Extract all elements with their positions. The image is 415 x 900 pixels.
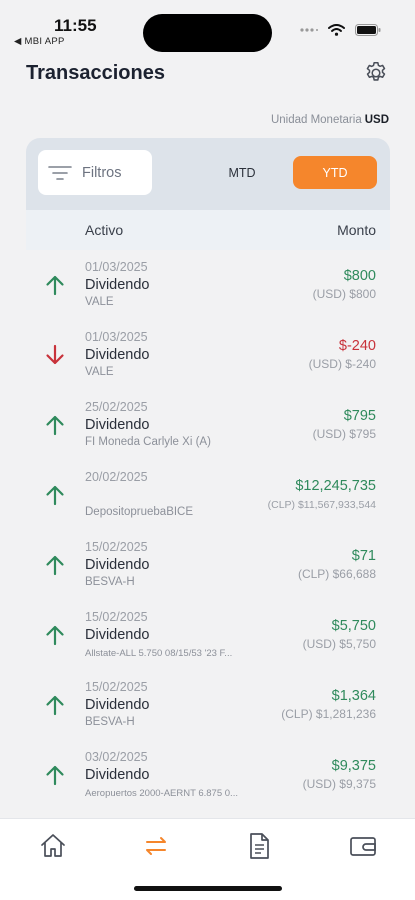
transaction-amount-original: (USD) $-240 [308,357,376,371]
arrow-up-icon [46,415,64,436]
transaction-asset: BESVA-H [85,716,135,728]
transaction-amount: $-240 [338,338,376,354]
transaction-type: Dividendo [85,277,150,293]
transaction-asset: VALE [85,296,114,308]
header: Transacciones [0,56,415,96]
dynamic-island [143,14,272,52]
arrow-up-icon [46,765,64,786]
arrow-up-icon [46,555,64,576]
filters-button[interactable]: Filtros [38,150,152,195]
transfer-icon[interactable] [141,831,171,861]
transaction-type: Dividendo [85,697,150,713]
transaction-row[interactable]: 15/02/2025 Dividendo BESVA-H $1,364 (CLP… [26,672,390,742]
transaction-date: 15/02/2025 [85,610,148,624]
transaction-amount: $71 [351,548,376,564]
back-to-app-link[interactable]: ◀ MBI APP [14,36,65,47]
transaction-amount-original: (USD) $5,750 [302,637,376,651]
transaction-amount-original: (USD) $800 [312,287,376,301]
currency-indicator: Unidad Monetaria USD [271,114,389,126]
transaction-date: 15/02/2025 [85,680,148,694]
filters-label: Filtros [82,164,122,181]
transaction-row[interactable]: 01/03/2025 Dividendo VALE $-240 (USD) $-… [26,322,390,392]
gear-icon[interactable] [363,60,389,86]
tab-ytd[interactable]: YTD [293,156,377,189]
transaction-amount: $800 [343,268,376,284]
arrow-up-icon [46,275,64,296]
currency-label: Unidad Monetaria [270,114,362,126]
transaction-row[interactable]: 20/02/2025 DepositopruebaBICE $12,245,73… [26,462,390,532]
transaction-row[interactable]: 25/02/2025 Dividendo FI Moneda Carlyle X… [26,392,390,462]
arrow-down-icon [46,344,64,365]
arrow-up-icon [46,485,64,506]
status-icons [300,24,381,36]
transaction-amount-original: (USD) $9,375 [302,777,376,791]
transaction-amount-original: (CLP) $66,688 [297,567,376,581]
transaction-amount: $5,750 [331,618,376,634]
transaction-list: 01/03/2025 Dividendo VALE $800 (USD) $80… [26,252,390,812]
filter-icon [48,165,72,180]
arrow-up-icon [46,625,64,646]
transaction-date: 03/02/2025 [85,750,148,764]
transaction-row[interactable]: 15/02/2025 Dividendo Allstate-ALL 5.750 … [26,602,390,672]
transaction-type: Dividendo [85,767,150,783]
battery-icon [355,24,381,36]
transaction-date: 15/02/2025 [85,540,148,554]
status-time: 11:55 [54,16,97,35]
transaction-asset: FI Moneda Carlyle Xi (A) [85,436,211,448]
transaction-asset: Aeropuertos 2000-AERNT 6.875 0... [85,788,238,799]
column-asset: Activo [85,222,124,238]
transaction-date: 01/03/2025 [85,330,148,344]
transaction-asset: Allstate-ALL 5.750 08/15/53 '23 F... [85,648,233,659]
transaction-asset: VALE [85,366,114,378]
table-header: Activo Monto [26,210,390,250]
transaction-date: 20/02/2025 [85,470,148,484]
filter-bar: Filtros MTD YTD [26,138,390,210]
transaction-date: 25/02/2025 [85,400,148,414]
transaction-amount-original: (CLP) $11,567,933,544 [267,499,376,511]
transaction-date: 01/03/2025 [85,260,148,274]
transaction-amount: $9,375 [331,758,376,774]
transaction-amount: $1,364 [331,688,376,704]
transaction-amount-original: (USD) $795 [312,427,376,441]
signal-icon [300,28,318,32]
transaction-row[interactable]: 15/02/2025 Dividendo BESVA-H $71 (CLP) $… [26,532,390,602]
wifi-icon [328,24,345,36]
wallet-icon[interactable] [348,831,378,861]
column-amount: Monto [337,222,376,238]
transaction-amount: $12,245,735 [295,478,376,494]
document-icon[interactable] [244,831,274,861]
transaction-asset: BESVA-H [85,576,135,588]
transaction-row[interactable]: 01/03/2025 Dividendo VALE $800 (USD) $80… [26,252,390,322]
transaction-type: Dividendo [85,417,150,433]
transaction-type: Dividendo [85,627,150,643]
currency-value: USD [364,114,389,126]
status-bar: 11:55 ◀ MBI APP [0,0,415,52]
home-icon[interactable] [38,831,68,861]
transaction-type: Dividendo [85,347,150,363]
transaction-asset: DepositopruebaBICE [85,506,194,518]
arrow-up-icon [46,695,64,716]
transaction-amount-original: (CLP) $1,281,236 [281,707,376,721]
tab-mtd[interactable]: MTD [200,156,284,189]
home-indicator [134,886,282,891]
transaction-type: Dividendo [85,557,150,573]
transaction-amount: $795 [343,408,376,424]
page-title: Transacciones [26,62,165,84]
transaction-row[interactable]: 03/02/2025 Dividendo Aeropuertos 2000-AE… [26,742,390,812]
